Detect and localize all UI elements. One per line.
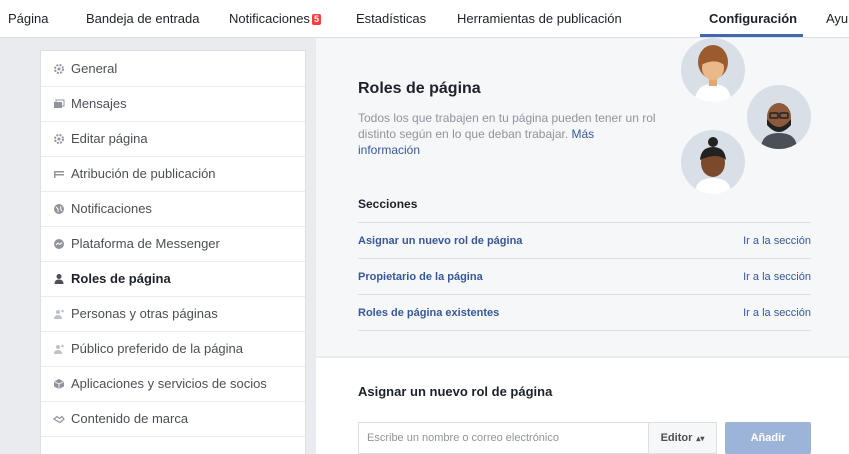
- sidebar-item-general[interactable]: General: [41, 51, 305, 87]
- people-icon: [53, 308, 65, 320]
- go-to-section-link[interactable]: Ir a la sección: [743, 307, 811, 319]
- top-nav: Página Bandeja de entrada Notificaciones…: [0, 0, 849, 38]
- gear-icon: [53, 63, 65, 75]
- tab-herramientas-de-publicacion[interactable]: Herramientas de publicación: [457, 11, 622, 26]
- tab-configuracion[interactable]: Configuración: [709, 11, 797, 26]
- section-row-asignar: Asignar un nuevo rol de página Ir a la s…: [358, 222, 811, 258]
- avatar-illustration-woman: [681, 38, 745, 102]
- globe-icon: [53, 203, 65, 215]
- section-row-existentes: Roles de página existentes Ir a la secci…: [358, 294, 811, 330]
- sidebar-item-personas[interactable]: Personas y otras páginas: [41, 296, 305, 332]
- avatar-illustration-man: [747, 85, 811, 149]
- assign-role-title: Asignar un nuevo rol de página: [358, 384, 553, 399]
- sections-title: Secciones: [358, 197, 418, 211]
- sections-divider: [358, 330, 811, 331]
- sidebar-item-label: Roles de página: [71, 271, 171, 286]
- sidebar-item-messenger[interactable]: Plataforma de Messenger: [41, 226, 305, 262]
- name-or-email-input[interactable]: [358, 422, 649, 454]
- roles-description: Todos los que trabajen en tu página pued…: [358, 110, 658, 158]
- tab-ayuda[interactable]: Ayu: [826, 11, 848, 26]
- sidebar-item-mensajes[interactable]: Mensajes: [41, 86, 305, 122]
- sidebar-item-label: Público preferido de la página: [71, 341, 244, 356]
- messenger-icon: [53, 238, 65, 250]
- updown-caret-icon: ▴▾: [696, 433, 705, 443]
- add-button[interactable]: Añadir: [725, 422, 811, 454]
- section-link-propietario[interactable]: Propietario de la página: [358, 271, 483, 283]
- gear-icon: [53, 133, 65, 145]
- settings-sidebar: General Mensajes Editar página Atribució…: [40, 50, 306, 454]
- section-link-asignar[interactable]: Asignar un nuevo rol de página: [358, 235, 522, 247]
- sidebar-item-label: Mensajes: [71, 96, 127, 111]
- role-dropdown[interactable]: Editor ▴▾: [648, 422, 717, 454]
- sidebar-item-roles-de-pagina[interactable]: Roles de página: [41, 261, 305, 297]
- sidebar-item-notificaciones[interactable]: Notificaciones: [41, 191, 305, 227]
- sidebar-item-label: Notificaciones: [71, 201, 152, 216]
- avatar-illustration-woman-bun: [681, 130, 745, 194]
- sidebar-item-label: Editar página: [71, 131, 148, 146]
- person-icon: [53, 273, 65, 285]
- sidebar-item-editar-pagina[interactable]: Editar página: [41, 121, 305, 157]
- handshake-icon: [53, 413, 65, 425]
- sidebar-item-label: General: [71, 61, 118, 76]
- role-dropdown-value: Editor: [660, 432, 693, 444]
- messages-icon: [53, 98, 65, 110]
- flag-icon: [53, 168, 65, 180]
- sidebar-item-label: Plataforma de Messenger: [71, 236, 220, 251]
- roles-description-text: Todos los que trabajen en tu página pued…: [358, 111, 656, 141]
- cube-icon: [53, 378, 65, 390]
- sidebar-item-label: Contenido de marca: [71, 411, 189, 426]
- sidebar-item-label: Aplicaciones y servicios de socios: [71, 376, 267, 391]
- sidebar-item-label: Atribución de publicación: [71, 166, 216, 181]
- tab-bandeja-de-entrada[interactable]: Bandeja de entrada: [86, 11, 199, 26]
- sidebar-item-contenido-de-marca[interactable]: Contenido de marca: [41, 401, 305, 437]
- tab-notificaciones-label: Notificaciones: [229, 11, 310, 26]
- tab-estadisticas[interactable]: Estadísticas: [356, 11, 426, 26]
- section-row-propietario: Propietario de la página Ir a la sección: [358, 258, 811, 294]
- sidebar-item-aplicaciones[interactable]: Aplicaciones y servicios de socios: [41, 366, 305, 402]
- active-tab-indicator: [700, 34, 803, 37]
- sidebar-item-atribucion[interactable]: Atribución de publicación: [41, 156, 305, 192]
- sidebar-item-label: Personas y otras páginas: [71, 306, 218, 321]
- go-to-section-link[interactable]: Ir a la sección: [743, 235, 811, 247]
- people-icon: [53, 343, 65, 355]
- tab-pagina[interactable]: Página: [8, 11, 48, 26]
- section-link-existentes[interactable]: Roles de página existentes: [358, 307, 499, 319]
- go-to-section-link[interactable]: Ir a la sección: [743, 271, 811, 283]
- sidebar-item-publico-preferido[interactable]: Público preferido de la página: [41, 331, 305, 367]
- notification-count-badge: 5: [311, 14, 321, 25]
- tab-notificaciones[interactable]: Notificaciones 5: [229, 11, 321, 26]
- page-title: Roles de página: [358, 80, 481, 97]
